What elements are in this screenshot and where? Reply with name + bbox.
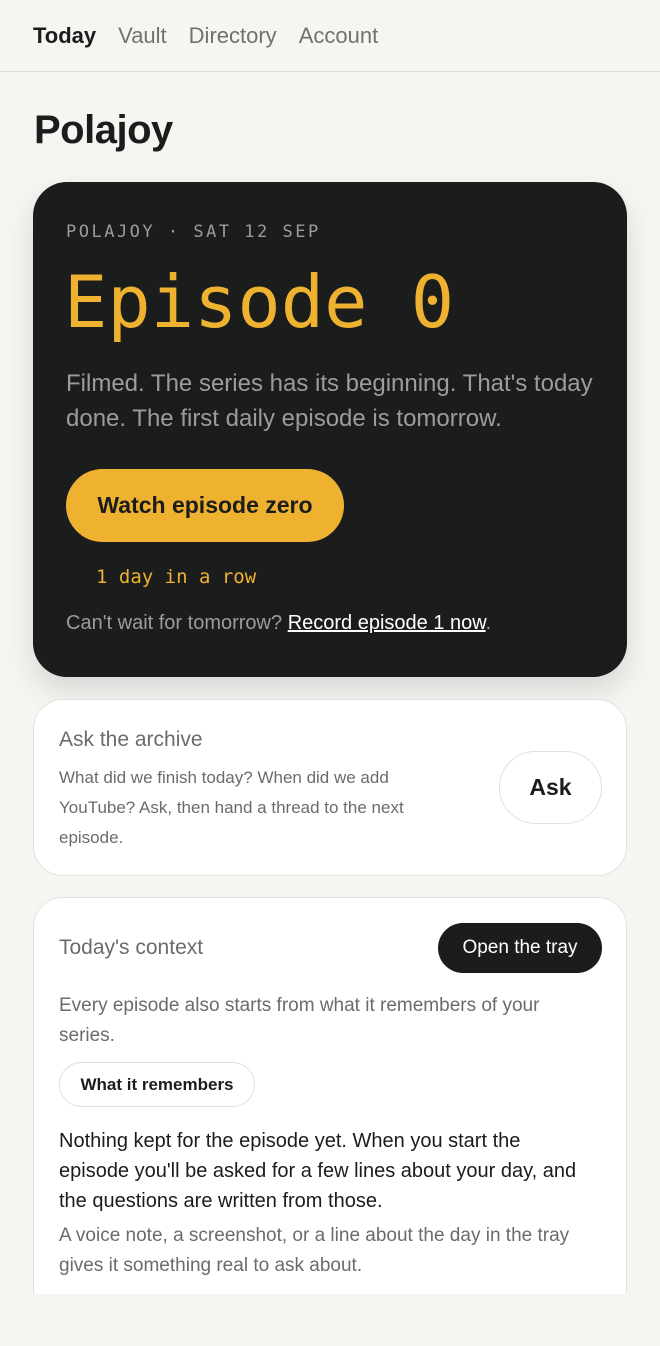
ask-button[interactable]: Ask xyxy=(499,751,602,824)
nav-today[interactable]: Today xyxy=(33,23,96,49)
episode-title: Episode 0 xyxy=(64,260,455,344)
streak-counter: 1 day in a row xyxy=(96,566,257,588)
episode-hero-card: POLAJOY · SAT 12 SEP Episode 0 Filmed. T… xyxy=(33,182,627,677)
bottom-cutoff xyxy=(0,1294,660,1346)
open-tray-button[interactable]: Open the tray xyxy=(438,923,602,973)
context-hint: A voice note, a screenshot, or a line ab… xyxy=(59,1225,570,1276)
context-intro: Every episode also starts from what it r… xyxy=(59,995,540,1046)
record-prompt: Can't wait for tomorrow? Record episode … xyxy=(66,612,491,635)
nav-vault[interactable]: Vault xyxy=(118,23,167,49)
record-prompt-text: Can't wait for tomorrow? xyxy=(66,612,283,634)
nav-directory[interactable]: Directory xyxy=(189,23,277,49)
episode-description: Filmed. The series has its beginning. Th… xyxy=(66,370,593,432)
episode-meta: POLAJOY · SAT 12 SEP xyxy=(66,222,321,242)
ask-card-title: Ask the archive xyxy=(59,728,203,751)
context-empty-state: Nothing kept for the episode yet. When y… xyxy=(59,1130,577,1212)
ask-archive-card: Ask the archive What did we finish today… xyxy=(33,699,627,876)
ask-card-body: What did we finish today? When did we ad… xyxy=(59,768,404,847)
top-nav: Today Vault Directory Account xyxy=(0,0,660,72)
nav-account[interactable]: Account xyxy=(299,23,379,49)
record-episode-link[interactable]: Record episode 1 now xyxy=(288,612,486,634)
context-card-title: Today's context xyxy=(59,936,204,959)
what-it-remembers-button[interactable]: What it remembers xyxy=(59,1062,255,1107)
todays-context-card: Today's context Open the tray Every epis… xyxy=(33,897,627,1337)
record-prompt-end: . xyxy=(485,612,492,634)
watch-episode-button[interactable]: Watch episode zero xyxy=(66,469,344,542)
page-title: Polajoy xyxy=(34,108,173,152)
